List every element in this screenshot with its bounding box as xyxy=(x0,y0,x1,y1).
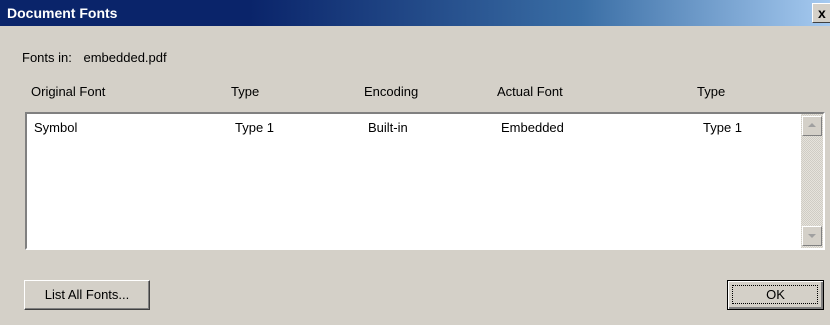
cell-actual-type: Type 1 xyxy=(703,120,743,135)
header-original-font: Original Font xyxy=(31,84,106,99)
header-type: Type xyxy=(231,84,260,99)
cell-encoding: Built-in xyxy=(368,120,408,135)
list-all-fonts-button[interactable]: List All Fonts... xyxy=(24,280,150,310)
fonts-in-filename: embedded.pdf xyxy=(83,50,167,65)
header-actual-type: Type xyxy=(697,84,726,99)
close-icon: x xyxy=(818,5,826,21)
scroll-up-button[interactable] xyxy=(802,116,822,136)
title-bar[interactable]: Document Fonts x xyxy=(0,0,830,26)
cell-actual-font: Embedded xyxy=(501,120,564,135)
scroll-down-button[interactable] xyxy=(802,226,822,246)
ok-label: OK xyxy=(766,287,785,302)
fonts-in-label: Fonts in: xyxy=(22,50,72,65)
cell-original-font: Symbol xyxy=(34,120,78,135)
header-actual-font: Actual Font xyxy=(497,84,563,99)
fonts-list[interactable]: Symbol Type 1 Built-in Embedded Type 1 xyxy=(25,112,825,250)
ok-button[interactable]: OK xyxy=(727,280,824,310)
list-all-fonts-label: List All Fonts... xyxy=(44,287,130,302)
cell-type: Type 1 xyxy=(235,120,275,135)
arrow-up-icon xyxy=(808,123,816,127)
fonts-in-row: Fonts in: embedded.pdf xyxy=(22,50,167,65)
window-title: Document Fonts xyxy=(7,5,118,21)
close-button[interactable]: x xyxy=(812,3,830,23)
arrow-down-icon xyxy=(808,234,816,238)
header-encoding: Encoding xyxy=(364,84,419,99)
vertical-scrollbar[interactable] xyxy=(801,114,823,248)
